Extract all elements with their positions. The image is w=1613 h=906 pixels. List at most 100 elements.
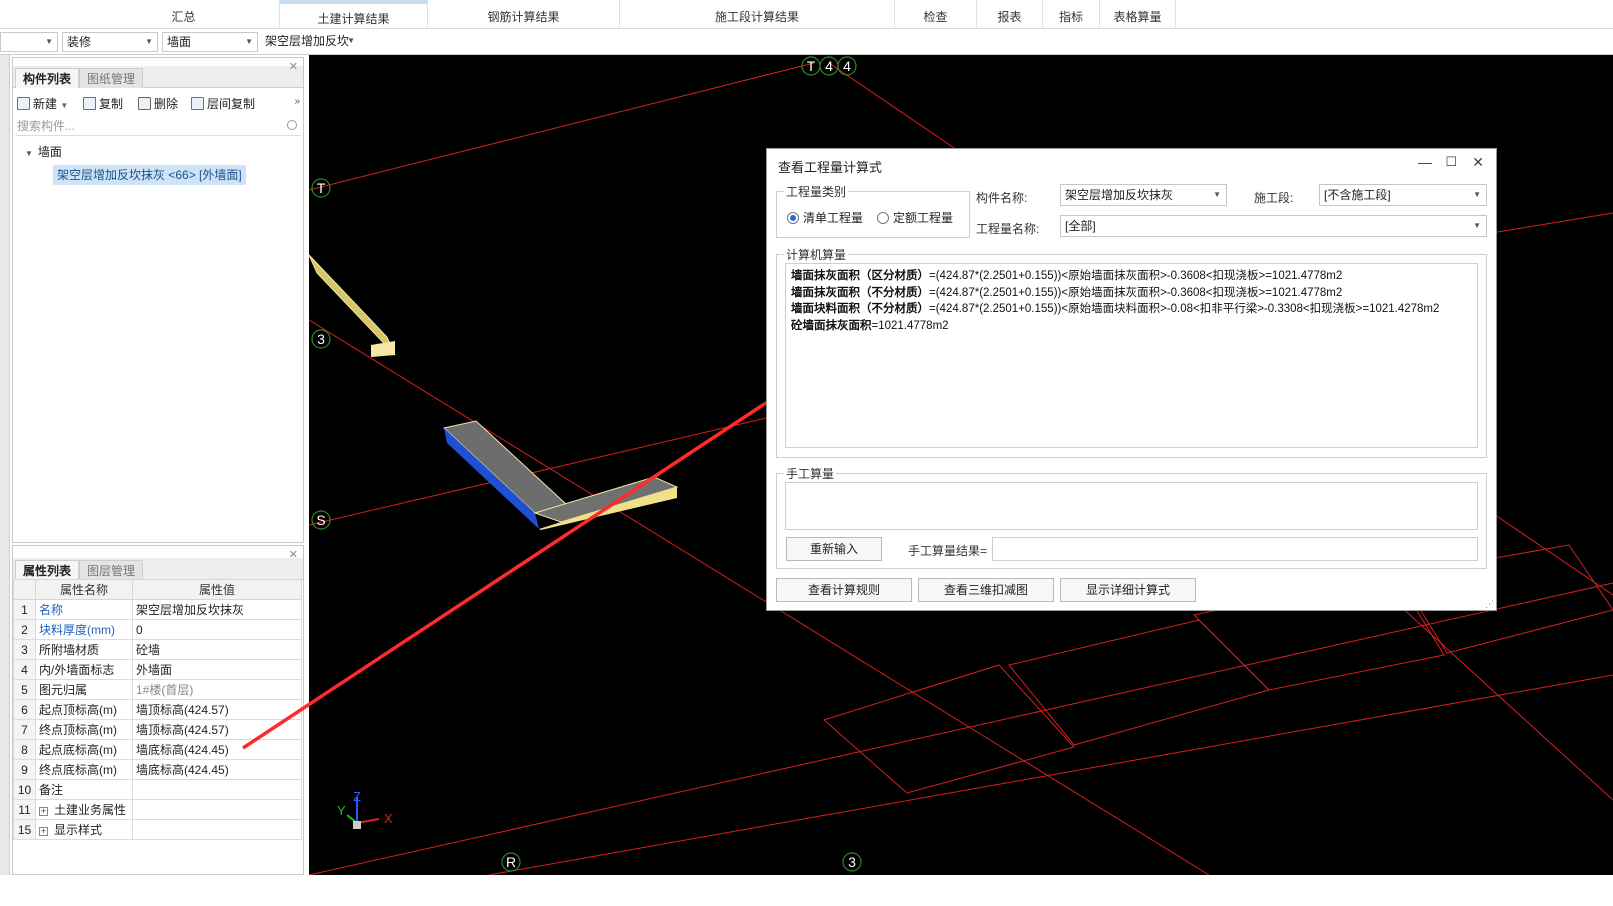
quantity-name-label: 工程量名称: (976, 222, 1040, 236)
manual-input-area[interactable] (785, 482, 1478, 530)
component-name-select[interactable]: 架空层增加反坎抹灰 ▼ (1060, 184, 1227, 206)
property-name: 土建业务属性 (54, 803, 127, 817)
property-value[interactable]: 墙底标高(424.45) (132, 759, 302, 780)
tab-drawing-manager[interactable]: 图纸管理 (79, 68, 144, 88)
property-value: 1#楼(首层) (132, 679, 302, 700)
category-select[interactable]: 装修 ▼ (62, 32, 158, 52)
close-icon[interactable]: ✕ (1472, 154, 1484, 171)
search-icon (287, 120, 297, 130)
stage-value: [不含施工段] (1324, 188, 1391, 202)
maximize-icon[interactable]: ☐ (1445, 154, 1457, 170)
property-value[interactable]: 墙顶标高(424.57) (132, 699, 302, 720)
beam-3d-model[interactable] (308, 254, 679, 530)
tab-rebar-results[interactable]: 钢筋计算结果 (428, 0, 620, 29)
ribbon-tabs: 汇总 土建计算结果 钢筋计算结果 施工段计算结果 检查 报表 指标 表格算量 (0, 0, 1613, 29)
view-rules-button[interactable]: 查看计算规则 (776, 578, 912, 602)
tab-index[interactable]: 指标 (1043, 0, 1100, 29)
table-row[interactable]: 15 + 显示样式 (13, 819, 302, 840)
show-detail-formula-button[interactable]: 显示详细计算式 (1060, 578, 1196, 602)
property-value[interactable]: 0 (132, 619, 302, 640)
formula-line: 墙面抹灰面积（区分材质）=(424.87*(2.2501+0.155))<原始墙… (791, 268, 1472, 285)
tab-civil-results[interactable]: 土建计算结果 (280, 0, 428, 29)
tab-component-list[interactable]: 构件列表 (15, 68, 80, 88)
table-row[interactable]: 9 终点底标高(m) 墙底标高(424.45) (13, 759, 302, 780)
table-row[interactable]: 10 备注 (13, 779, 302, 800)
row-number: 10 (13, 779, 36, 800)
property-value[interactable]: 架空层增加反坎抹灰 (132, 599, 302, 620)
new-button[interactable]: 新建 ▼ (17, 94, 68, 114)
tree-item-selected-component[interactable]: 架空层增加反坎抹灰 <66> [外墙面] (53, 165, 246, 185)
property-value[interactable] (132, 779, 302, 800)
tab-property-list[interactable]: 属性列表 (15, 560, 80, 580)
minimize-icon[interactable]: — (1418, 154, 1432, 170)
component-name-label: 构件名称: (976, 191, 1028, 205)
property-value[interactable]: 墙顶标高(424.57) (132, 719, 302, 740)
component-select[interactable]: 架空层增加反坎 ▼ (261, 32, 357, 52)
table-row[interactable]: 5 图元归属 1#楼(首层) (13, 679, 302, 700)
table-row[interactable]: 1 名称 架空层增加反坎抹灰 (13, 599, 302, 620)
chevron-down-icon: ▼ (1473, 221, 1481, 230)
row-number: 5 (13, 679, 36, 700)
axis-label-4-a: 4 (825, 58, 833, 74)
property-value[interactable]: 墙底标高(424.45) (132, 739, 302, 760)
chevron-down-icon: ▼ (1473, 190, 1481, 199)
table-row[interactable]: 4 内/外墙面标志 外墙面 (13, 659, 302, 680)
axis-label-t-top: T (807, 58, 816, 74)
radio-list-quantity[interactable]: 清单工程量 (787, 209, 863, 226)
manual-result-field[interactable] (992, 537, 1478, 561)
formula-line: 墙面抹灰面积（不分材质）=(424.87*(2.2501+0.155))<原始墙… (791, 285, 1472, 302)
view-3d-deduction-button[interactable]: 查看三维扣减图 (918, 578, 1054, 602)
gizmo-x-label: X (384, 811, 393, 826)
expand-plus-icon[interactable]: + (39, 807, 48, 816)
formula-expression: =1021.4778m2 (871, 319, 949, 332)
axis-label-t-left: T (317, 180, 326, 196)
tree-node-wall-surface[interactable]: ▼ 墙面 (25, 143, 62, 160)
quantity-name-select[interactable]: [全部] ▼ (1060, 215, 1487, 237)
close-icon[interactable]: ✕ (289, 60, 298, 73)
quantity-type-label: 工程量类别 (784, 183, 849, 200)
property-name: 块料厚度(mm) (35, 619, 133, 640)
header-property-name: 属性名称 (35, 579, 133, 600)
tab-report[interactable]: 报表 (977, 0, 1043, 29)
row-number: 15 (13, 819, 36, 840)
delete-button[interactable]: 删除 (138, 94, 178, 114)
quantity-type-group: 工程量类别 清单工程量 定额工程量 (776, 183, 970, 238)
property-group-display[interactable]: + 显示样式 (35, 819, 133, 840)
property-group-civil[interactable]: + 土建业务属性 (35, 799, 133, 820)
search-placeholder: 搜索构件... (17, 119, 76, 133)
tab-summary[interactable]: 汇总 (88, 0, 280, 29)
formula-textbox[interactable]: 墙面抹灰面积（区分材质）=(424.87*(2.2501+0.155))<原始墙… (785, 263, 1478, 448)
table-row[interactable]: 6 起点顶标高(m) 墙顶标高(424.57) (13, 699, 302, 720)
resize-grip-icon[interactable]: ⋰ (1485, 599, 1494, 610)
stage-select[interactable]: [不含施工段] ▼ (1319, 184, 1487, 206)
status-bar (0, 875, 1613, 906)
table-row[interactable]: 7 终点顶标高(m) 墙顶标高(424.57) (13, 719, 302, 740)
search-input[interactable]: 搜索构件... (15, 116, 301, 136)
table-row[interactable]: 11 + 土建业务属性 (13, 799, 302, 820)
floor-copy-button[interactable]: 层间复制 (191, 94, 255, 114)
floor-select[interactable]: ▼ (0, 32, 58, 52)
table-row[interactable]: 8 起点底标高(m) 墙底标高(424.45) (13, 739, 302, 760)
property-value[interactable]: 外墙面 (132, 659, 302, 680)
expand-triangle-icon[interactable]: ▼ (25, 149, 33, 158)
tab-table-calc[interactable]: 表格算量 (1100, 0, 1176, 29)
table-row[interactable]: 3 所附墙材质 砼墙 (13, 639, 302, 660)
row-number: 2 (13, 619, 36, 640)
more-icon[interactable]: » (294, 96, 300, 107)
radio-quota-quantity[interactable]: 定额工程量 (877, 209, 953, 226)
copy-button[interactable]: 复制 (83, 94, 123, 114)
copy-icon (83, 97, 96, 110)
type-select[interactable]: 墙面 ▼ (162, 32, 258, 52)
tab-check[interactable]: 检查 (895, 0, 977, 29)
reinput-button[interactable]: 重新输入 (786, 537, 882, 561)
gizmo-z-label: Z (353, 789, 361, 804)
formula-label: 砼墙面抹灰面积 (791, 319, 872, 332)
property-value[interactable]: 砼墙 (132, 639, 302, 660)
tab-layer-manager[interactable]: 图层管理 (79, 560, 144, 580)
tab-stage-results[interactable]: 施工段计算结果 (620, 0, 895, 29)
table-row[interactable]: 2 块料厚度(mm) 0 (13, 619, 302, 640)
close-icon[interactable]: ✕ (289, 548, 298, 561)
component-select-value: 架空层增加反坎 (265, 34, 350, 48)
expand-plus-icon[interactable]: + (39, 827, 48, 836)
axis-label-3-bottom: 3 (848, 854, 856, 870)
